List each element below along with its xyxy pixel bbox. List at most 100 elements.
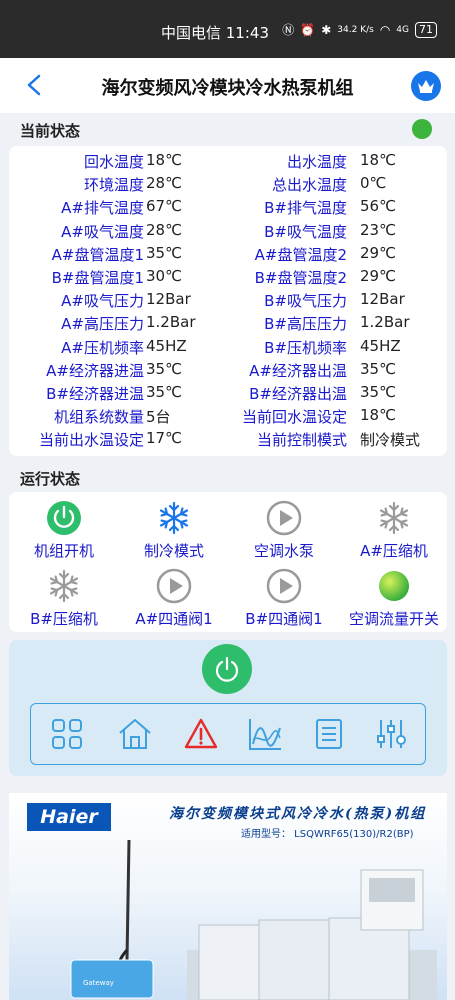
status-value: 18℃ [360,151,396,169]
status-value: 30℃ [146,267,182,285]
status-value: 1.2Bar [360,313,410,332]
status-value: 0℃ [360,174,387,193]
status-row: A#压机频率 45HZ B#压机频率 45HZ [9,337,447,360]
product-banner: Haier 海尔变频模块式风冷冷水(热泵)机组 适用型号： LSQWRF65(1… [9,793,447,1000]
power-icon [215,656,239,682]
status-value: 56℃ [360,197,396,216]
carrier-name: 中国电信 [160,24,221,42]
run-status-item: 空调水泵 [224,500,344,561]
run-status-heading: 运行状态 [20,470,81,488]
status-value: 17℃ [146,429,182,448]
page-title: 海尔变频风冷模块冷水热泵机组 [101,78,354,99]
gateway-label: Gateway [83,979,114,987]
run-status-card: 机组开机 制冷模式 空调水泵 A#压缩机 B#压缩机 A#四通阀1 B#四通阀1 空调流量开关 [9,492,447,632]
alarm-icon[interactable] [183,716,219,752]
banner-title: 海尔变频模块式风冷冷水(热泵)机组 [169,806,427,822]
status-value: 29℃ [360,243,396,262]
grid-icon[interactable] [49,716,85,752]
status-label: B#吸气压力 [264,292,347,311]
run-status-label: A#四通阀1 [135,610,213,628]
status-label: B#盘管温度2 [254,269,347,287]
status-label: A#压机频率 [61,338,144,357]
bottom-nav [30,703,426,765]
product-illustration [70,839,437,1000]
status-label: 当前控制模式 [256,431,347,450]
battery-icon: 71 [415,21,437,38]
status-value: 35℃ [360,359,396,378]
status-value: 35℃ [146,243,182,262]
back-arrow-icon[interactable] [22,72,48,98]
status-value: 18℃ [146,151,182,169]
status-label: 当前回水温设定 [241,408,347,427]
run-status-item: A#压缩机 [334,500,454,561]
status-label: B#经济器进温 [46,385,144,403]
status-row: A#吸气压力 12Bar B#吸气压力 12Bar [9,290,447,313]
status-row: 机组系统数量 5台 当前回水温设定 18℃ [9,406,447,429]
bluetooth-icon: ✱ [321,22,332,37]
status-value: 45HZ [360,336,401,355]
system-status-bar: 中国电信 11:43 Ⓝ ⏰ ✱ 34.2 K/s ◠ 4G 71 [0,0,455,58]
status-label: A#经济器进温 [46,361,144,380]
status-value: 28℃ [146,174,182,193]
play-icon [156,568,192,604]
network-speed: 34.2 K/s [337,24,374,35]
status-label: A#盘管温度1 [51,245,144,264]
status-label: 出水温度 [286,153,347,171]
run-status-item: B#四通阀1 [224,568,344,629]
crown-icon[interactable] [411,71,441,101]
status-value: 45HZ [146,336,187,355]
status-label: A#高压压力 [61,315,144,334]
status-row: A#盘管温度1 35℃ A#盘管温度2 29℃ [9,244,447,267]
status-row: A#吸气温度 28℃ B#吸气温度 23℃ [9,221,447,244]
run-status-label: B#压缩机 [30,610,98,628]
status-row: 回水温度 18℃ 出水温度 18℃ [9,151,447,174]
status-row: 环境温度 28℃ 总出水温度 0℃ [9,174,447,197]
wifi-icon: ◠ [379,22,391,37]
status-value: 18℃ [360,406,396,425]
haier-logo: Haier [27,803,111,831]
run-status-item: 机组开机 [4,500,124,561]
list-icon[interactable] [311,716,347,752]
run-status-label: 制冷模式 [143,542,204,560]
status-row: B#盘管温度1 30℃ B#盘管温度2 29℃ [9,267,447,290]
status-label: 当前出水温设定 [38,431,144,450]
play-icon [266,500,302,536]
cell-signal: 4G [396,24,409,35]
clock-time: 11:43 [225,24,269,42]
status-value: 35℃ [360,383,396,401]
status-label: B#盘管温度1 [51,269,144,287]
online-indicator [412,119,432,139]
status-value: 35℃ [146,359,182,378]
play-icon [266,568,302,604]
power-button[interactable] [202,644,252,694]
status-label: 环境温度 [83,176,144,195]
status-label: 回水温度 [83,153,144,171]
status-value: 制冷模式 [360,431,421,450]
status-label: B#吸气温度 [264,222,347,241]
status-value: 1.2Bar [146,313,196,332]
status-value: 35℃ [146,383,182,401]
flow-switch-icon [376,568,412,604]
run-status-label: 空调流量开关 [348,610,439,628]
status-label: 机组系统数量 [53,408,144,427]
home-icon[interactable] [117,716,153,752]
status-label: B#排气温度 [264,199,347,218]
app-header: 海尔变频风冷模块冷水热泵机组 [0,58,455,113]
settings-icon[interactable] [373,716,409,752]
status-value: 12Bar [360,290,405,309]
status-value: 29℃ [360,267,396,285]
status-label: A#吸气温度 [61,222,144,241]
snowflake-icon [376,500,412,536]
status-label: A#排气温度 [61,199,144,218]
run-status-item: 空调流量开关 [334,568,454,629]
current-status-heading: 当前状态 [20,122,81,140]
run-status-label: B#四通阀1 [245,610,323,628]
status-value: 23℃ [360,220,396,239]
clock: 中国电信 11:43 [161,22,269,43]
status-value: 28℃ [146,220,182,239]
status-label: B#高压压力 [264,315,347,334]
chart-icon[interactable] [247,716,283,752]
snowflake-icon [156,500,192,536]
status-label: B#经济器出温 [249,385,347,403]
status-value: 12Bar [146,290,191,309]
